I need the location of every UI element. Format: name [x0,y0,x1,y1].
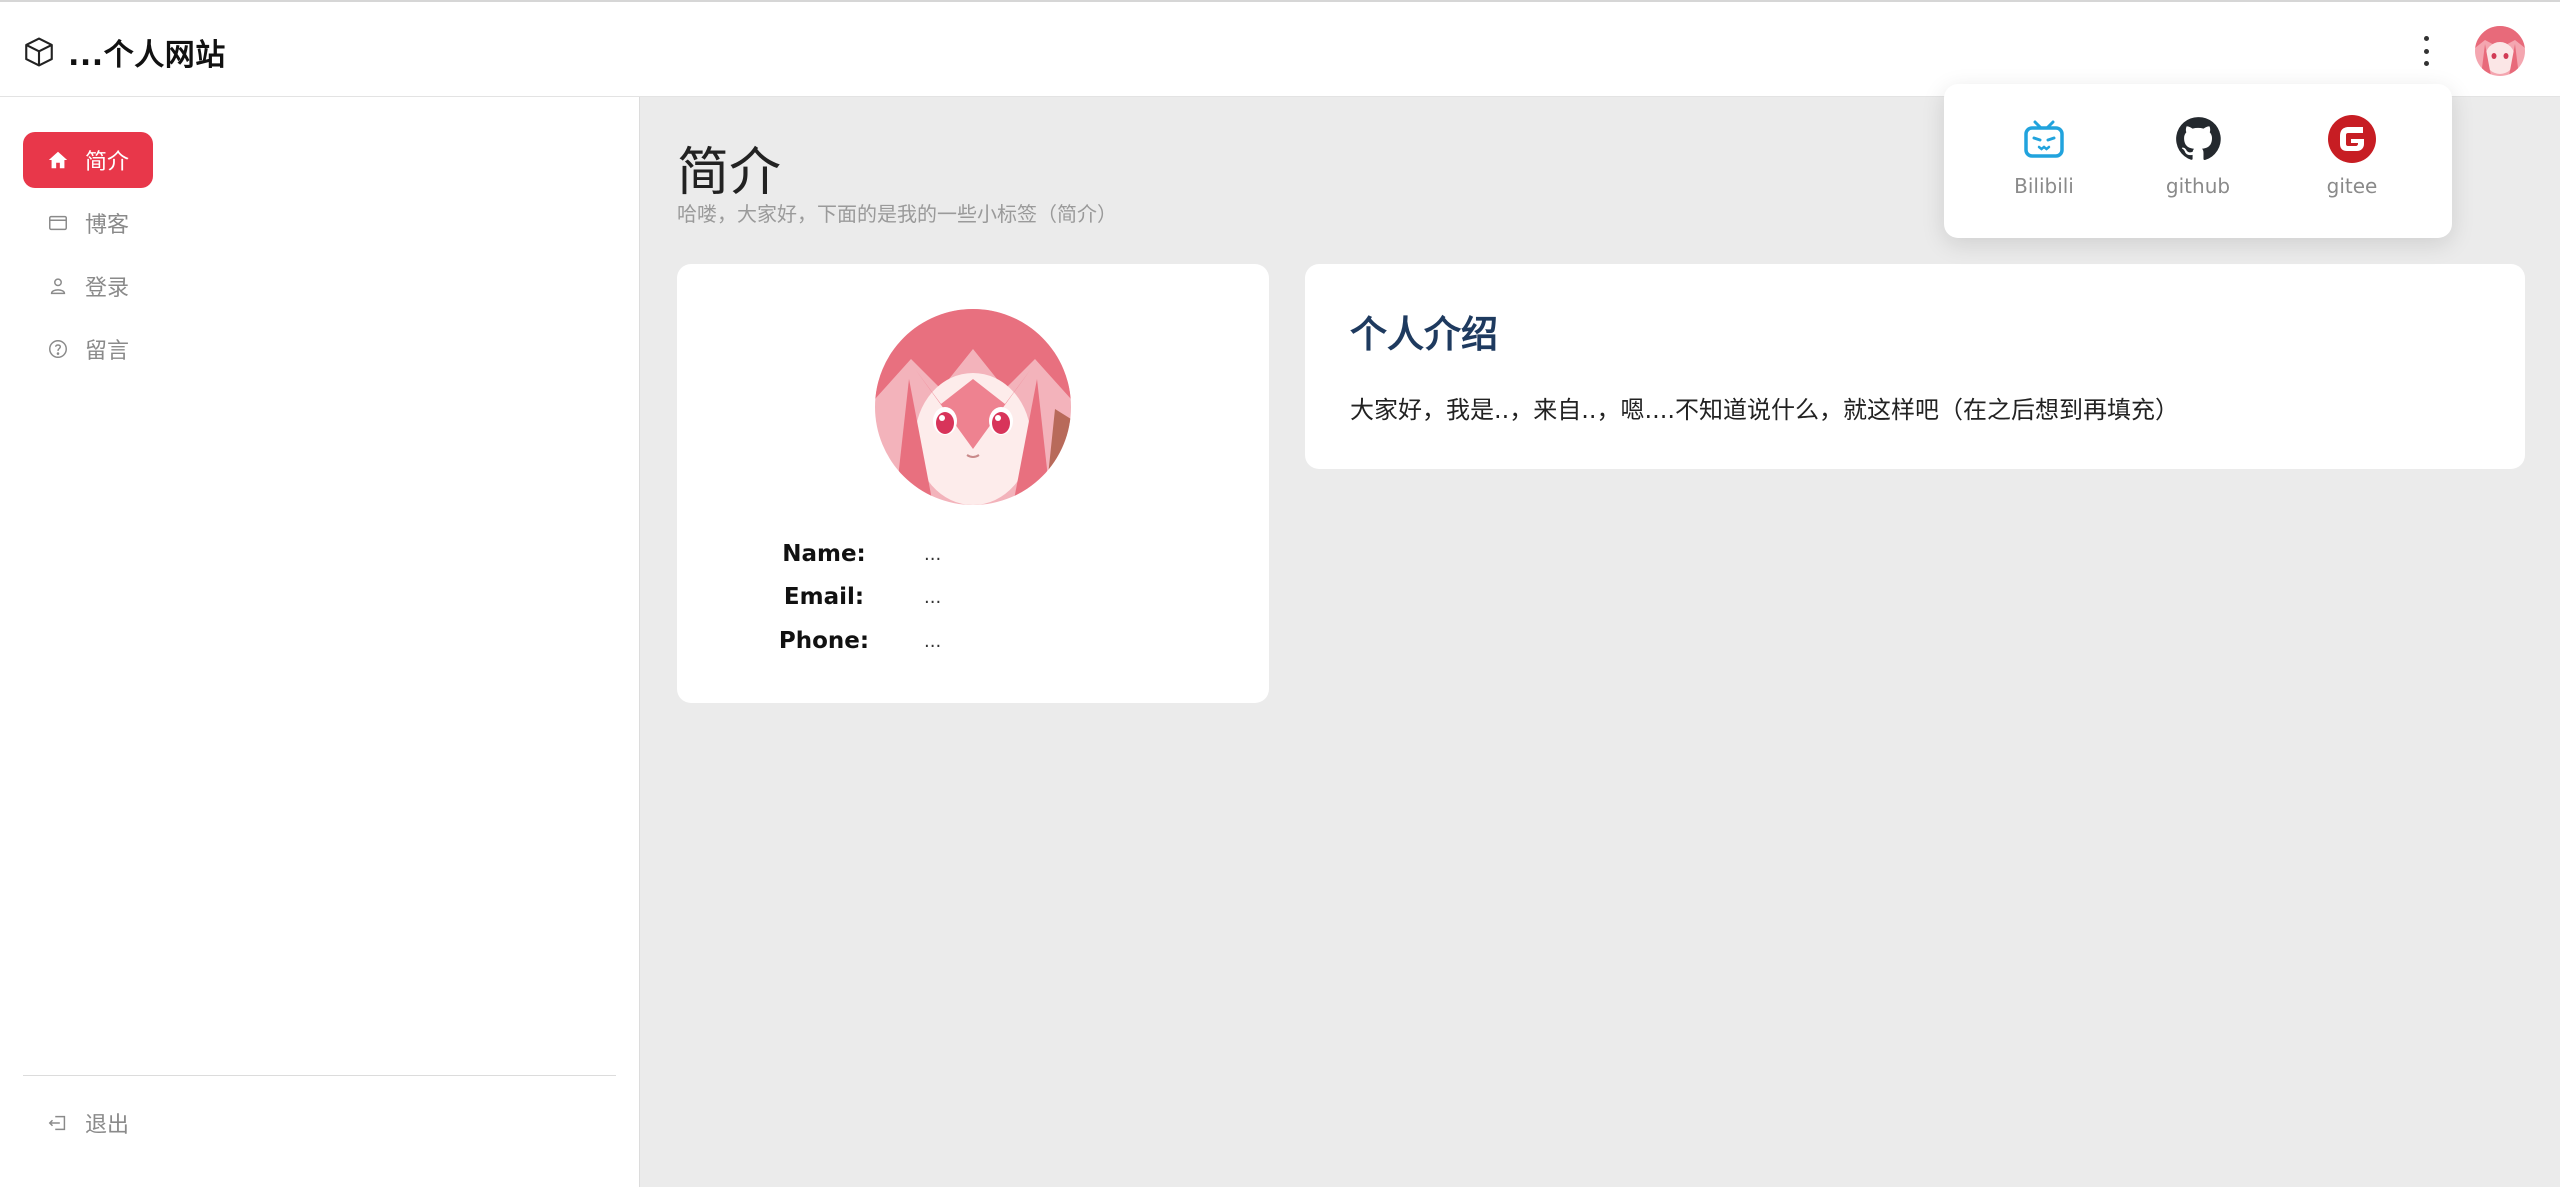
phone-value: ... [924,631,942,652]
sidebar-item-login[interactable]: 登录 [23,258,153,314]
logout-icon [48,1115,66,1131]
top-header: ...个人网站 [0,0,2560,97]
user-icon [50,278,66,295]
sidebar: 简介 博客 登录 留言 退出 [0,97,640,1187]
name-label: Name: [782,541,866,567]
gitee-icon [2328,115,2376,163]
email-value: ... [924,587,942,608]
logout-button[interactable]: 退出 [23,1095,153,1151]
phone-label: Phone: [778,628,870,654]
sidebar-item-label: 留言 [85,339,130,364]
social-label: gitee [2326,174,2378,198]
social-link-github[interactable]: github [2128,114,2268,198]
github-icon [2176,117,2221,161]
name-value: ... [924,544,942,565]
bilibili-icon [2024,120,2064,158]
sidebar-item-label: 简介 [85,150,130,175]
browser-window-icon [49,215,67,231]
sidebar-item-message[interactable]: 留言 [23,321,153,377]
sidebar-divider [23,1075,616,1076]
site-title: ...个人网站 [68,38,226,73]
social-link-bilibili[interactable]: Bilibili [1974,114,2114,198]
avatar[interactable] [2475,26,2525,76]
sidebar-item-label: 博客 [85,213,130,238]
cube-icon [25,37,53,67]
profile-card: Name: ... Email: ... Phone: ... [677,264,1269,703]
page-title: 简介 [677,143,782,203]
home-icon [48,151,68,169]
intro-card: 个人介绍 大家好，我是..，来自..，嗯....不知道说什么，就这样吧（在之后想… [1305,264,2525,469]
social-label: github [2165,174,2231,198]
profile-avatar [875,309,1071,505]
more-vertical-icon[interactable] [2414,36,2438,66]
email-label: Email: [783,584,865,610]
intro-text: 大家好，我是..，来自..，嗯....不知道说什么，就这样吧（在之后想到再填充） [1350,396,2180,424]
sidebar-item-blog[interactable]: 博客 [23,195,153,251]
social-popover: Bilibili github gitee [1944,84,2452,238]
page-subtitle: 哈喽，大家好，下面的是我的一些小标签（简介） [677,202,1117,226]
social-label: Bilibili [2014,174,2074,198]
sidebar-item-label: 登录 [85,276,130,301]
question-circle-icon [49,340,67,358]
intro-title: 个人介绍 [1350,313,1498,356]
logout-label: 退出 [85,1113,130,1138]
brand[interactable]: ...个人网站 [22,30,226,74]
social-link-gitee[interactable]: gitee [2282,114,2422,198]
sidebar-item-intro[interactable]: 简介 [23,132,153,188]
